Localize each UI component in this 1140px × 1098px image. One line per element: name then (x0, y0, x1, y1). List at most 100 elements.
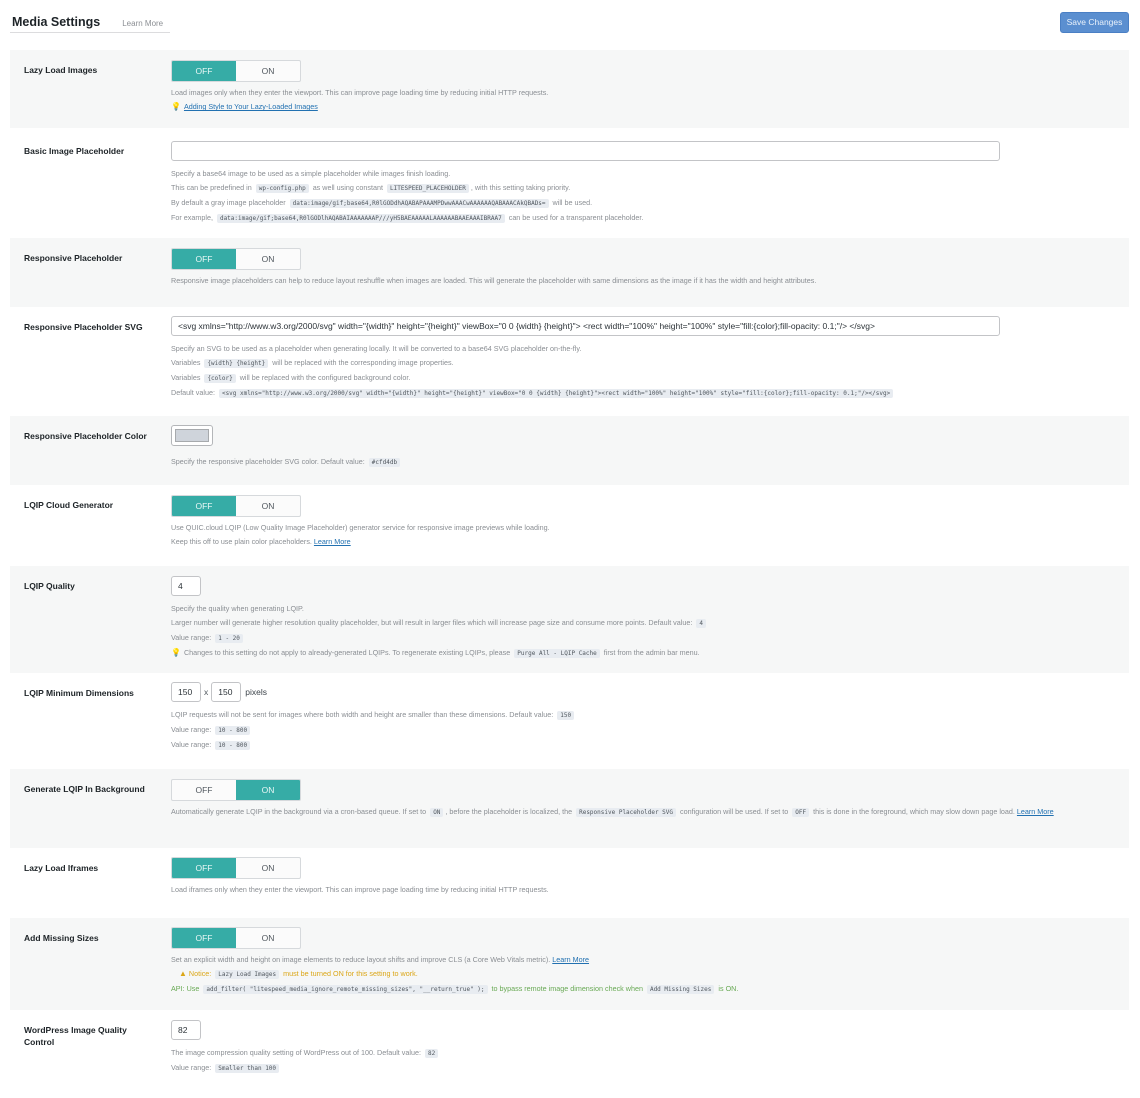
desc-text: Variables (171, 373, 201, 382)
lightbulb-icon: 💡 (171, 648, 181, 657)
code-width-range: 10 - 800 (215, 726, 251, 735)
code-transparent-placeholder: data:image/gif;base64,R0lGODlhAQABAIAAAA… (216, 214, 505, 223)
pixels-unit: pixels (245, 687, 267, 697)
lqip-min-desc: LQIP requests will not be sent for image… (171, 710, 554, 719)
code-off: OFF (792, 808, 810, 817)
label-responsive-placeholder-svg: Responsive Placeholder SVG (24, 322, 143, 332)
lqip-cloud-generator-toggle[interactable]: OFF ON (171, 495, 301, 517)
svg-desc1: Specify an SVG to be used as a placehold… (171, 344, 582, 353)
desc-text: configuration will be used. If set to (680, 807, 789, 816)
desc-text: will be replaced with the corresponding … (272, 358, 454, 367)
toggle-off[interactable]: OFF (172, 928, 236, 948)
row-responsive-placeholder: Responsive Placeholder OFF ON Responsive… (10, 238, 1129, 307)
desc-text: This can be predefined in (171, 183, 252, 192)
responsive-placeholder-svg-input[interactable] (171, 316, 1000, 336)
settings-table: Lazy Load Images OFF ON Load images only… (10, 50, 1129, 1090)
row-add-missing-sizes: Add Missing Sizes OFF ON Set an explicit… (10, 918, 1129, 1010)
label-lqip-min-dimensions: LQIP Minimum Dimensions (24, 688, 134, 698)
lazy-load-images-desc: Load images only when they enter the vie… (171, 88, 549, 97)
toggle-off[interactable]: OFF (172, 780, 236, 800)
api-label: API: Use (171, 984, 200, 993)
add-missing-sizes-desc: Set an explicit width and height on imag… (171, 955, 551, 964)
row-basic-placeholder: Basic Image Placeholder Specify a base64… (10, 128, 1129, 238)
row-lqip-quality: LQIP Quality Specify the quality when ge… (10, 566, 1129, 673)
notice-label: Notice: (188, 969, 212, 978)
toggle-off[interactable]: OFF (172, 249, 236, 269)
api-text: to bypass remote image dimension check w… (491, 984, 643, 993)
code-width-height: {width} {height} (204, 359, 269, 368)
label-responsive-placeholder: Responsive Placeholder (24, 253, 123, 263)
code-add-filter: add_filter( "litespeed_media_ignore_remo… (203, 985, 488, 994)
desc-text: can be used for a transparent placeholde… (508, 213, 644, 222)
toggle-on[interactable]: ON (236, 61, 300, 81)
generate-lqip-learn-more-link[interactable]: Learn More (1017, 807, 1054, 816)
range-label: Value range: (171, 725, 212, 734)
notice-text: must be turned ON for this setting to wo… (283, 969, 418, 978)
color-preview (175, 429, 209, 442)
code-wp-config: wp-config.php (255, 184, 309, 193)
lqip-cloud-desc1: Use QUIC.cloud LQIP (Low Quality Image P… (171, 523, 550, 532)
label-generate-lqip-background: Generate LQIP In Background (24, 784, 145, 794)
label-lazy-load-iframes: Lazy Load Iframes (24, 863, 99, 873)
label-add-missing-sizes: Add Missing Sizes (24, 933, 99, 943)
lqip-cloud-learn-more-link[interactable]: Learn More (314, 537, 351, 546)
lqip-cloud-desc2: Keep this off to use plain color placeho… (171, 537, 312, 546)
basic-placeholder-input[interactable] (171, 141, 1000, 161)
add-missing-sizes-toggle[interactable]: OFF ON (171, 927, 301, 949)
code-default-wp-quality: 82 (424, 1049, 439, 1058)
lqip-min-height-input[interactable] (211, 682, 242, 702)
toggle-on[interactable]: ON (236, 858, 300, 878)
generate-lqip-background-toggle[interactable]: OFF ON (171, 779, 301, 801)
code-default-dimension: 150 (557, 711, 575, 720)
code-color: {color} (204, 374, 236, 383)
row-lqip-cloud-generator: LQIP Cloud Generator OFF ON Use QUIC.clo… (10, 485, 1129, 566)
row-wp-image-quality: WordPress Image Quality Control The imag… (10, 1010, 1129, 1090)
row-lazy-load-iframes: Lazy Load Iframes OFF ON Load iframes on… (10, 848, 1129, 918)
label-basic-placeholder: Basic Image Placeholder (24, 146, 125, 156)
lazy-load-images-toggle[interactable]: OFF ON (171, 60, 301, 82)
placeholder-color-picker[interactable] (171, 425, 213, 446)
tip-text: first from the admin bar menu. (603, 648, 700, 657)
page-title: Media Settings (12, 15, 101, 29)
row-generate-lqip-background: Generate LQIP In Background OFF ON Autom… (10, 769, 1129, 848)
desc-text: , before the placeholder is localized, t… (445, 807, 573, 816)
lqip-quality-input[interactable] (171, 576, 201, 596)
code-on: ON (430, 808, 444, 817)
toggle-off[interactable]: OFF (172, 496, 236, 516)
toggle-on[interactable]: ON (236, 249, 300, 269)
page-header: Media Settings Learn More Save Changes (0, 0, 1140, 50)
desc-text: For example, (171, 213, 213, 222)
desc-text: By default a gray image placeholder (171, 198, 286, 207)
range-label: Value range: (171, 740, 212, 749)
responsive-placeholder-toggle[interactable]: OFF ON (171, 248, 301, 270)
desc-text: Default value: (171, 388, 215, 397)
times-separator: x (204, 687, 209, 697)
code-constant: LITESPEED_PLACEHOLDER (387, 184, 469, 193)
code-default-color: #cfd4db (368, 458, 401, 467)
add-missing-sizes-learn-more-link[interactable]: Learn More (552, 955, 589, 964)
save-changes-button[interactable]: Save Changes (1060, 12, 1129, 33)
toggle-on[interactable]: ON (236, 780, 300, 800)
tip-text: Changes to this setting do not apply to … (183, 648, 511, 657)
lqip-min-width-input[interactable] (171, 682, 201, 702)
lazy-load-iframes-desc: Load iframes only when they enter the vi… (171, 885, 549, 894)
code-gray-placeholder: data:image/gif;base64,R0lGODdhAQABAPAAAM… (289, 199, 549, 208)
header-learn-more-link[interactable]: Learn More (122, 19, 163, 28)
responsive-placeholder-desc: Responsive image placeholders can help t… (171, 276, 817, 285)
code-wp-quality-range: Smaller than 100 (215, 1064, 280, 1073)
lazy-load-iframes-toggle[interactable]: OFF ON (171, 857, 301, 879)
label-wp-image-quality: WordPress Image Quality Control (24, 1025, 127, 1047)
wp-image-quality-input[interactable] (171, 1020, 201, 1040)
warning-icon: ▲ (179, 969, 187, 978)
toggle-off[interactable]: OFF (172, 61, 236, 81)
toggle-off[interactable]: OFF (172, 858, 236, 878)
toggle-on[interactable]: ON (236, 496, 300, 516)
code-quality-range: 1 - 20 (215, 634, 243, 643)
api-text: is ON. (718, 984, 739, 993)
lazy-style-link[interactable]: Adding Style to Your Lazy-Loaded Images (184, 102, 318, 111)
wp-quality-desc: The image compression quality setting of… (171, 1048, 421, 1057)
row-responsive-placeholder-color: Responsive Placeholder Color Specify the… (10, 416, 1129, 485)
label-responsive-placeholder-color: Responsive Placeholder Color (24, 431, 147, 441)
code-purge-lqip: Purge All - LQIP Cache (514, 649, 600, 658)
toggle-on[interactable]: ON (236, 928, 300, 948)
